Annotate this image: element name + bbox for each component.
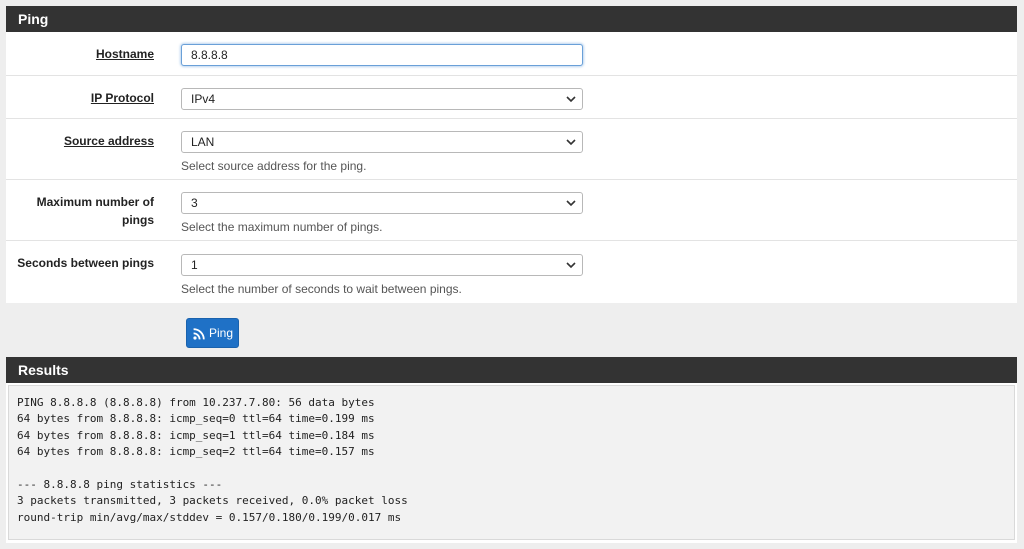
- ping-button-label: Ping: [209, 326, 234, 340]
- max-pings-select[interactable]: 3: [181, 192, 583, 214]
- source-address-select[interactable]: LAN: [181, 131, 583, 153]
- results-line: 64 bytes from 8.8.8.8: icmp_seq=2 ttl=64…: [17, 445, 375, 459]
- results-output: PING 8.8.8.8 (8.8.8.8) from 10.237.7.80:…: [8, 385, 1015, 540]
- ip-protocol-select[interactable]: IPv4: [181, 88, 583, 110]
- chevron-down-icon: [566, 200, 576, 207]
- ping-panel-title: Ping: [18, 11, 49, 27]
- results-line: [17, 461, 1014, 477]
- results-line: 64 bytes from 8.8.8.8: icmp_seq=1 ttl=64…: [17, 428, 375, 442]
- source-address-row: Source address LAN Select source address…: [6, 119, 1017, 180]
- seconds-between-value: 1: [191, 258, 198, 272]
- results-panel-title: Results: [18, 362, 69, 378]
- results-line: round-trip min/avg/max/stddev = 0.157/0.…: [17, 510, 402, 524]
- ip-protocol-row: IP Protocol IPv4: [6, 76, 1017, 119]
- ip-protocol-label: IP Protocol: [90, 91, 154, 105]
- results-line: 64 bytes from 8.8.8.8: icmp_seq=0 ttl=64…: [17, 412, 375, 426]
- results-panel-body: PING 8.8.8.8 (8.8.8.8) from 10.237.7.80:…: [6, 383, 1017, 543]
- source-address-help: Select source address for the ping.: [181, 159, 367, 173]
- ping-form: Hostname 8.8.8.8 IP Protocol IPv4 Source…: [6, 32, 1017, 303]
- results-panel-heading: Results: [6, 357, 1017, 383]
- max-pings-help: Select the maximum number of pings.: [181, 220, 383, 234]
- max-pings-label-line2: pings: [122, 213, 154, 227]
- source-address-value: LAN: [191, 135, 215, 149]
- chevron-down-icon: [566, 262, 576, 269]
- seconds-between-help: Select the number of seconds to wait bet…: [181, 282, 462, 296]
- hostname-row: Hostname 8.8.8.8: [6, 32, 1017, 76]
- hostname-label: Hostname: [95, 47, 154, 61]
- chevron-down-icon: [566, 96, 576, 103]
- results-line: 3 packets transmitted, 3 packets receive…: [17, 494, 408, 508]
- seconds-between-row: Seconds between pings 1 Select the numbe…: [6, 241, 1017, 303]
- ping-button[interactable]: Ping: [186, 318, 239, 348]
- results-line: PING 8.8.8.8 (8.8.8.8) from 10.237.7.80:…: [17, 396, 375, 409]
- rss-icon: [193, 328, 205, 340]
- max-pings-label-line1: Maximum number of: [36, 195, 154, 209]
- max-pings-row: Maximum number of pings 3 Select the max…: [6, 180, 1017, 241]
- max-pings-value: 3: [191, 196, 198, 210]
- ip-protocol-value: IPv4: [191, 92, 216, 106]
- seconds-between-select[interactable]: 1: [181, 254, 583, 276]
- hostname-value: 8.8.8.8: [191, 48, 228, 62]
- chevron-down-icon: [566, 139, 576, 146]
- results-line: --- 8.8.8.8 ping statistics ---: [17, 478, 223, 492]
- ping-panel-heading: Ping: [6, 6, 1017, 32]
- seconds-between-label: Seconds between pings: [17, 256, 154, 270]
- source-address-label: Source address: [63, 134, 154, 148]
- hostname-input[interactable]: 8.8.8.8: [181, 44, 583, 66]
